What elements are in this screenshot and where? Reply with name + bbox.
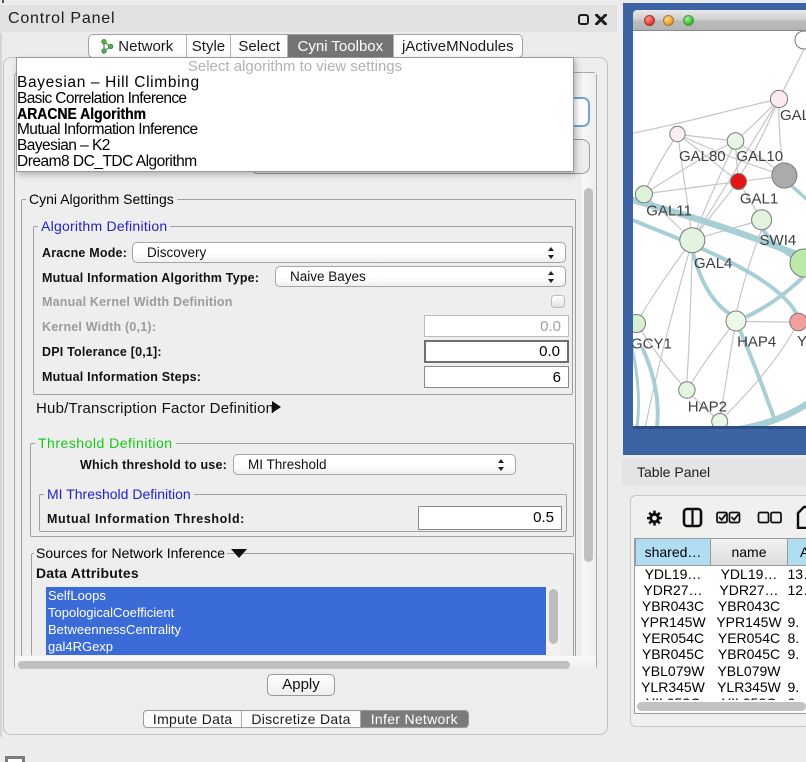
svg-text:GAL10: GAL10 (736, 148, 783, 165)
svg-text:GAL: GAL (780, 107, 806, 124)
svg-text:GAL1: GAL1 (740, 191, 778, 208)
svg-text:GAL80: GAL80 (679, 148, 726, 165)
svg-text:GAL11: GAL11 (646, 203, 692, 220)
svg-text:HAP2: HAP2 (688, 398, 727, 415)
svg-text:HAP4: HAP4 (737, 334, 776, 351)
svg-text:GAL4: GAL4 (694, 255, 732, 272)
svg-text:GCY1: GCY1 (633, 335, 672, 352)
svg-text:YM: YM (797, 333, 806, 350)
svg-text:SWI4: SWI4 (760, 232, 797, 249)
